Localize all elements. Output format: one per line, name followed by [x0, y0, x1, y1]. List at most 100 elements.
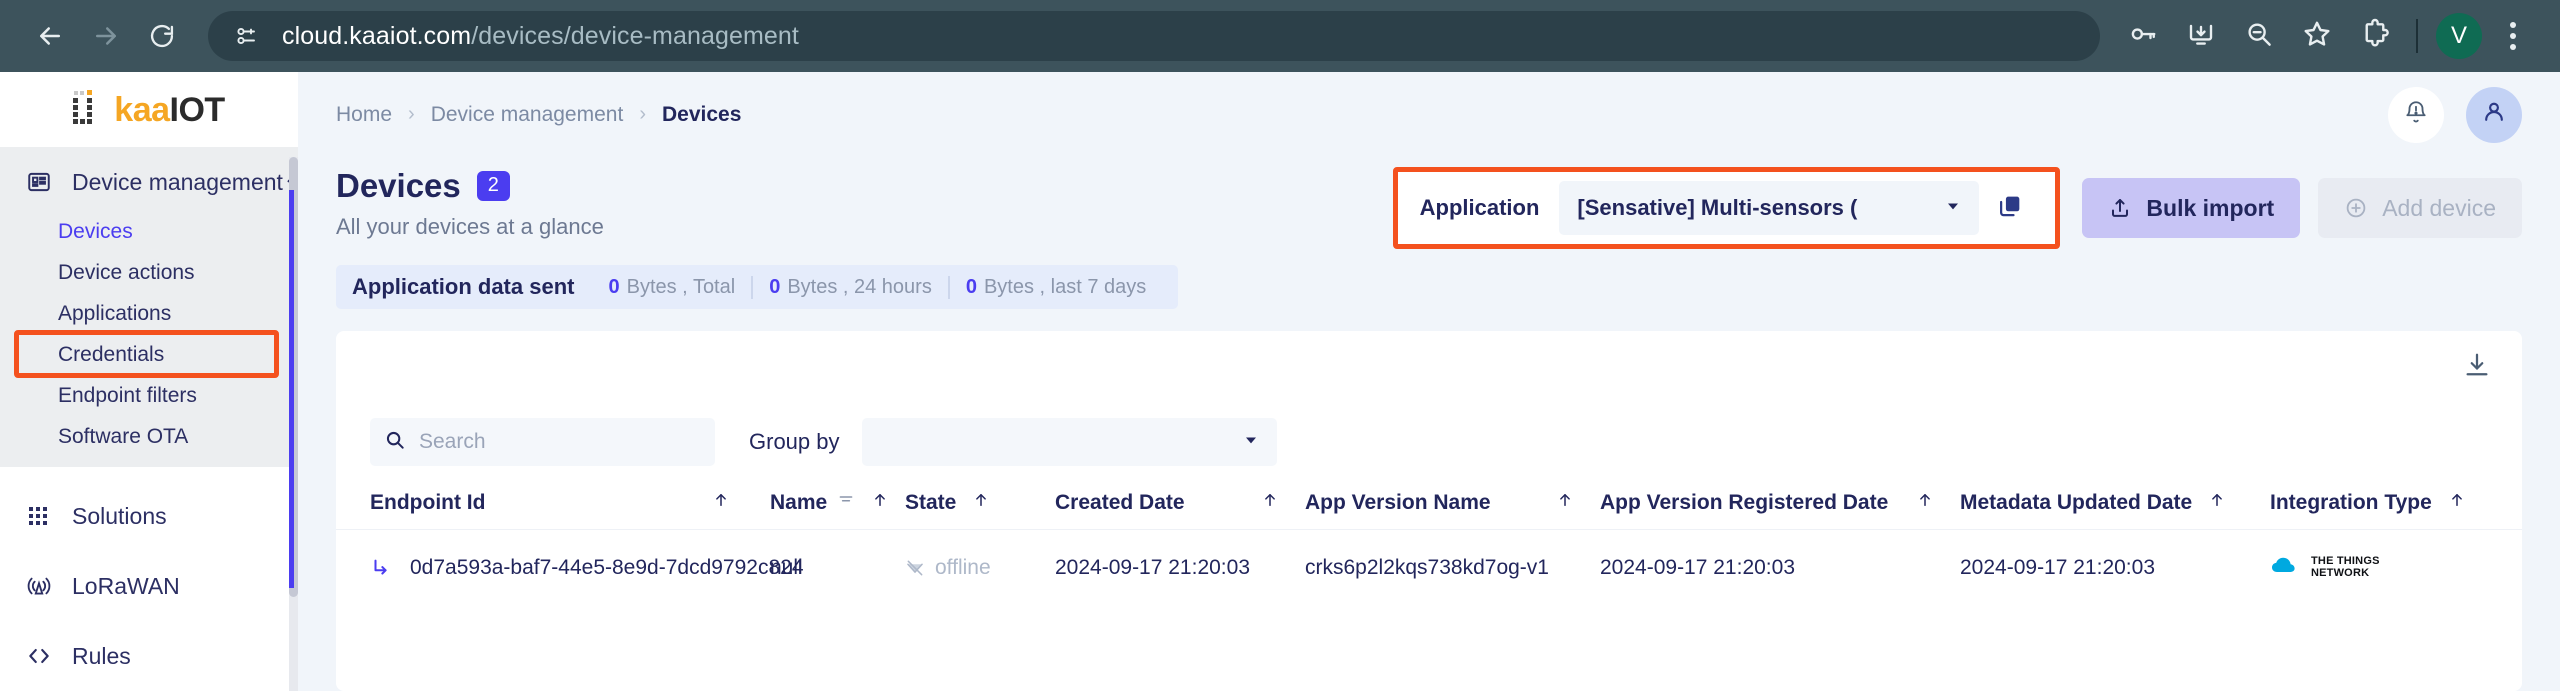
grid-apps-icon [26, 504, 60, 528]
reload-button[interactable] [134, 8, 190, 64]
password-manager-button[interactable] [2114, 7, 2172, 65]
browser-toolbar: cloud.kaaiot.com/devices/device-manageme… [0, 0, 2560, 72]
table-row[interactable]: 0d7a593a-baf7-44e5-8e9d-7dcd9792c824 nul… [370, 530, 2522, 606]
search-input[interactable]: Search [370, 418, 715, 466]
user-account-icon [2481, 99, 2507, 130]
plus-circle-icon [2344, 196, 2368, 220]
browser-profile-avatar[interactable]: V [2436, 13, 2482, 59]
cell-metadata-updated-date: 2024-09-17 21:20:03 [1960, 530, 2270, 606]
reload-icon [148, 22, 176, 50]
sidebar-item-endpoint-filters[interactable]: Endpoint filters [0, 375, 298, 416]
sort-asc-icon[interactable] [1261, 491, 1305, 515]
application-selected-value: [Sensative] Multi-sensors ( [1577, 195, 1857, 221]
search-placeholder: Search [419, 430, 486, 454]
breadcrumb-item-home[interactable]: Home [336, 103, 392, 127]
breadcrumb-item-device-management[interactable]: Device management [431, 103, 624, 127]
stat-label: Bytes , Total [627, 276, 736, 299]
column-label: App Version Name [1305, 491, 1491, 515]
logo-text-iot: IOT [170, 91, 225, 129]
column-header-endpoint-id[interactable]: Endpoint Id [370, 481, 770, 529]
column-label: Name [770, 491, 827, 515]
application-dropdown[interactable]: [Sensative] Multi-sensors ( [1559, 181, 1979, 235]
breadcrumb: Home › Device management › Devices [336, 103, 741, 127]
column-label: Created Date [1055, 491, 1185, 515]
sidebar-accent-rail [289, 190, 294, 588]
copy-application-id-button[interactable] [1979, 192, 2041, 225]
sidebar-item-credentials[interactable]: Credentials [0, 334, 298, 375]
endpoint-id-value: 0d7a593a-baf7-44e5-8e9d-7dcd9792c824 [410, 556, 804, 580]
annotation-box-application-selector: Application [Sensative] Multi-sensors ( [1393, 167, 2061, 249]
extensions-button[interactable] [2346, 7, 2404, 65]
sidebar-item-device-management[interactable]: Device management [0, 153, 298, 211]
zoom-out-button[interactable] [2230, 7, 2288, 65]
sort-asc-icon[interactable] [972, 491, 990, 515]
app-logo[interactable]: kaaIOT [0, 72, 298, 147]
table-body: 0d7a593a-baf7-44e5-8e9d-7dcd9792c824 nul… [336, 530, 2522, 606]
column-header-app-version-registered-date[interactable]: App Version Registered Date [1600, 481, 1960, 529]
sidebar-item-software-ota[interactable]: Software OTA [0, 416, 298, 457]
bookmark-button[interactable] [2288, 7, 2346, 65]
table-header-row: Endpoint Id Name [370, 481, 2522, 529]
column-header-name[interactable]: Name [770, 481, 905, 529]
column-header-integration-type[interactable]: Integration Type [2270, 481, 2522, 529]
bulk-import-button[interactable]: Bulk import [2082, 178, 2300, 238]
account-button[interactable] [2466, 87, 2522, 143]
sidebar-item-solutions[interactable]: Solutions [0, 481, 298, 551]
sort-asc-icon[interactable] [1556, 491, 1600, 515]
export-button[interactable] [2462, 350, 2492, 385]
column-header-state[interactable]: State [905, 481, 1055, 529]
sidebar-item-devices[interactable]: Devices [0, 211, 298, 252]
sort-asc-icon[interactable] [871, 491, 889, 515]
sort-asc-icon[interactable] [1916, 491, 1960, 515]
breadcrumb-separator-icon: › [408, 103, 415, 126]
devices-table-card: Search Group by [336, 331, 2522, 691]
sidebar-item-applications[interactable]: Applications [0, 293, 298, 334]
back-arrow-icon [35, 21, 65, 51]
column-label: State [905, 491, 956, 515]
application-selector-group: Application [Sensative] Multi-sensors ( [1398, 172, 2056, 244]
sidebar-item-rules[interactable]: Rules [0, 621, 298, 691]
table-header: Endpoint Id Name [336, 481, 2522, 530]
add-device-button[interactable]: Add device [2318, 178, 2522, 238]
install-icon [2186, 19, 2216, 54]
sidebar-item-device-actions[interactable]: Device actions [0, 252, 298, 293]
column-header-metadata-updated-date[interactable]: Metadata Updated Date [1960, 481, 2270, 529]
zoom-out-icon [2244, 19, 2274, 54]
stat-value: 0 [769, 276, 780, 299]
antenna-signal-icon [26, 573, 60, 599]
install-app-button[interactable] [2172, 7, 2230, 65]
back-button[interactable] [22, 8, 78, 64]
sort-asc-icon[interactable] [712, 491, 770, 515]
column-header-created-date[interactable]: Created Date [1055, 481, 1305, 529]
cell-app-version-name: crks6p2l2kqs738kd7og-v1 [1305, 530, 1600, 606]
address-bar[interactable]: cloud.kaaiot.com/devices/device-manageme… [208, 11, 2100, 61]
group-by-dropdown[interactable] [862, 418, 1277, 466]
top-bar: Home › Device management › Devices [298, 72, 2560, 157]
top-bar-actions [2388, 87, 2522, 143]
child-arrow-icon [370, 557, 392, 579]
column-label: Metadata Updated Date [1960, 491, 2192, 515]
notifications-button[interactable] [2388, 87, 2444, 143]
device-board-icon [26, 169, 60, 195]
filter-icon[interactable] [837, 491, 855, 515]
key-icon [2128, 19, 2158, 54]
sort-asc-icon[interactable] [2448, 491, 2466, 515]
sidebar-item-label: LoRaWAN [72, 573, 180, 600]
toolbar-divider [2416, 19, 2418, 53]
column-label: Integration Type [2270, 491, 2432, 515]
table-card-toolbar [336, 331, 2522, 403]
cell-endpoint-id[interactable]: 0d7a593a-baf7-44e5-8e9d-7dcd9792c824 [370, 530, 770, 606]
stat-last-7-days: 0 Bytes , last 7 days [948, 276, 1162, 299]
sort-asc-icon[interactable] [2208, 491, 2226, 515]
extensions-puzzle-icon [2359, 18, 2391, 55]
nav-group-main: Solutions LoRaWAN Rules [0, 467, 298, 691]
column-header-app-version-name[interactable]: App Version Name [1305, 481, 1600, 529]
application-data-sent-pill: Application data sent 0 Bytes , Total 0 … [336, 265, 1178, 309]
forward-button[interactable] [78, 8, 134, 64]
site-settings-icon[interactable] [224, 14, 268, 58]
browser-menu-button[interactable] [2488, 7, 2538, 65]
bulk-import-label: Bulk import [2146, 195, 2274, 222]
sidebar-item-lorawan[interactable]: LoRaWAN [0, 551, 298, 621]
nav-group-device-management: Device management Devices Device actions… [0, 147, 298, 467]
sidebar-item-label: Rules [72, 643, 131, 670]
